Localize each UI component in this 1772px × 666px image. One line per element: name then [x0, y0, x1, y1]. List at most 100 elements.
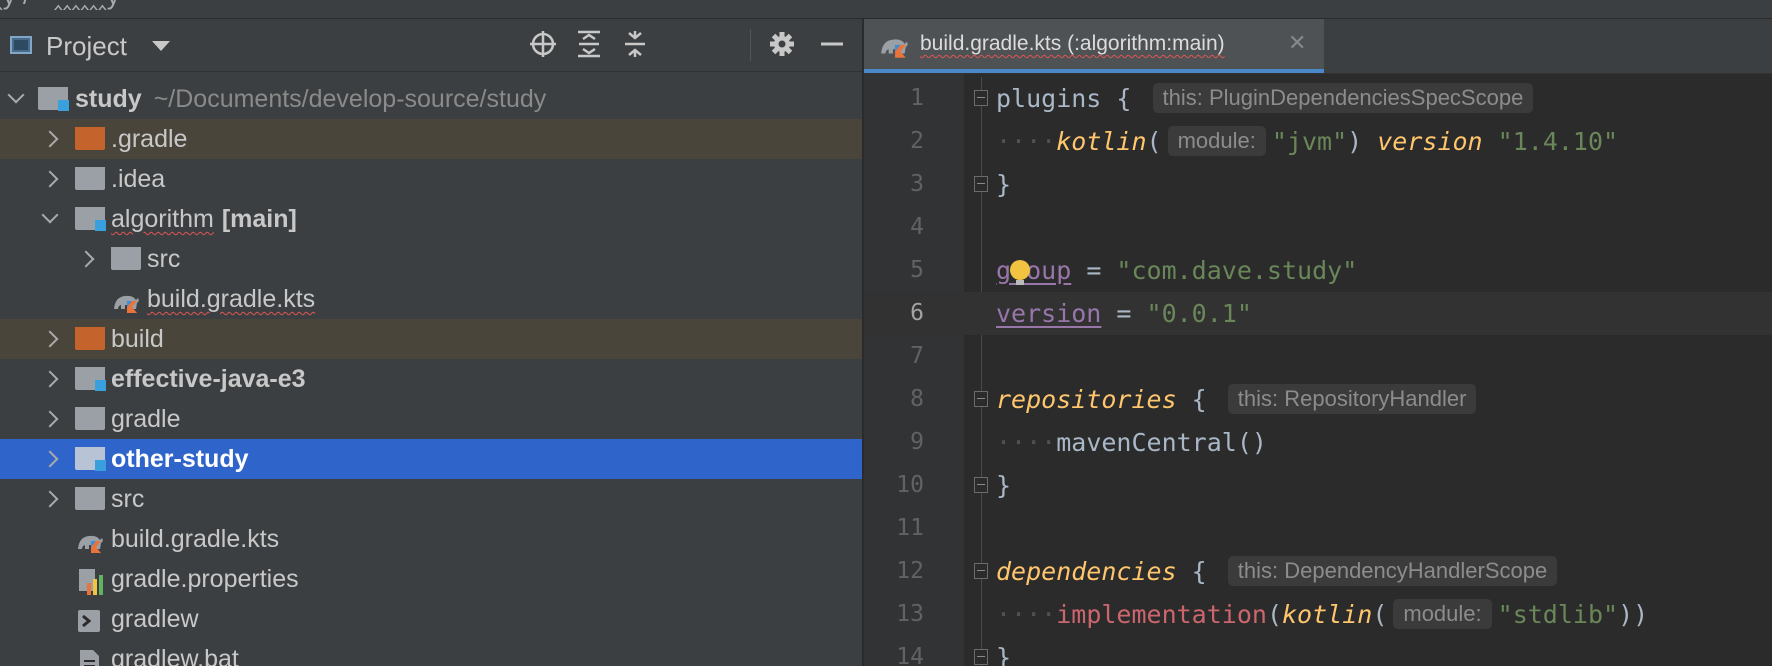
code-token: "jvm"	[1271, 127, 1348, 156]
tree-item-algorithm[interactable]: algorithm [main]	[0, 199, 862, 239]
chevron-right-icon[interactable]	[38, 479, 62, 519]
tree-item-gradle[interactable]: gradle	[0, 399, 862, 439]
code-line: 3}	[864, 163, 1772, 206]
tree-item-label: src	[147, 245, 181, 273]
module-folder-icon	[75, 447, 106, 471]
fold-icon[interactable]	[974, 176, 988, 192]
chevron-down-icon[interactable]	[152, 41, 170, 51]
tree-item-label: src	[111, 485, 145, 513]
line-number: 8	[910, 386, 924, 412]
code-line: 10}	[864, 464, 1772, 507]
fold-icon[interactable]	[974, 391, 988, 407]
shell-script-icon	[75, 607, 105, 632]
code-token: repositories	[996, 385, 1177, 414]
code-area[interactable]: 1 plugins { this: PluginDependenciesSpecS…	[864, 77, 1772, 666]
lightbulb-icon[interactable]	[1010, 260, 1030, 285]
chevron-down-icon[interactable]	[4, 79, 28, 119]
tree-item-label: build.gradle.kts	[147, 285, 316, 313]
gradle-kotlin-file-icon	[878, 32, 910, 65]
fold-icon[interactable]	[974, 90, 988, 106]
chevron-right-icon[interactable]	[38, 439, 62, 479]
chevron-right-icon[interactable]	[38, 119, 62, 159]
chevron-right-icon[interactable]	[38, 399, 62, 439]
tree-item-effective-java-e3[interactable]: effective-java-e3	[0, 359, 862, 399]
tree-item-other-study[interactable]: other-study	[0, 439, 862, 479]
tree-item-label: build.gradle.kts	[111, 525, 280, 553]
code-token: version	[1377, 127, 1483, 156]
code-token: version	[996, 299, 1102, 328]
tree-item-gradlew-bat[interactable]: gradlew.bat	[0, 639, 862, 666]
close-icon[interactable]: ✕	[1288, 30, 1306, 56]
source-set-tag: [main]	[221, 205, 297, 233]
line-number: 9	[910, 429, 924, 455]
project-view-selector[interactable]: Project	[46, 31, 127, 62]
fold-icon[interactable]	[974, 563, 988, 579]
breadcrumb-bar: ‸y / ▪ ‸‸‸‸‸‸y	[0, 0, 1772, 19]
tree-item-label: gradlew	[111, 605, 199, 633]
tree-item-path: ~/Documents/develop-source/study	[153, 85, 547, 113]
tree-item-label: .gradle	[111, 125, 188, 153]
tree-item-dot-idea[interactable]: .idea	[0, 159, 862, 199]
tree-item-label: gradle.properties	[111, 565, 299, 593]
editor-tab-bar: build.gradle.kts (:algorithm:main) ✕	[864, 19, 1772, 74]
collapse-all-icon[interactable]	[619, 29, 651, 61]
code-line: 5 group = "com.dave.study"	[864, 249, 1772, 292]
tree-item-label: other-study	[111, 445, 249, 473]
tab-build-gradle-kts[interactable]: build.gradle.kts (:algorithm:main) ✕	[864, 19, 1324, 73]
code-token: mavenCentral()	[1056, 428, 1267, 457]
locate-file-icon[interactable]	[527, 29, 559, 61]
tree-item-label: study	[75, 85, 142, 113]
tree-item-algorithm-src[interactable]: src	[0, 239, 862, 279]
line-number: 4	[910, 214, 924, 240]
inlay-hint: this: RepositoryHandler	[1227, 384, 1477, 414]
tree-item-src[interactable]: src	[0, 479, 862, 519]
code-token: implementation	[1056, 600, 1267, 629]
inlay-hint: module:	[1393, 599, 1492, 629]
tree-item-gradlew[interactable]: gradlew	[0, 599, 862, 639]
chevron-right-icon[interactable]	[74, 239, 98, 279]
line-number: 3	[910, 171, 924, 197]
chevron-right-icon[interactable]	[38, 159, 62, 199]
inlay-hint: this: PluginDependenciesSpecScope	[1152, 83, 1534, 113]
gear-icon[interactable]	[766, 29, 798, 61]
code-token: "1.4.10"	[1497, 127, 1619, 156]
code-token: group	[996, 256, 1072, 285]
tree-item-label: effective-java-e3	[111, 365, 306, 393]
line-number: 7	[910, 343, 924, 369]
tree-item-dot-gradle[interactable]: .gradle	[0, 119, 862, 159]
line-number: 2	[910, 128, 924, 154]
inlay-hint: module:	[1167, 126, 1266, 156]
line-number: 12	[896, 558, 924, 584]
tree-item-build-gradle-kts[interactable]: build.gradle.kts	[0, 519, 862, 559]
header-divider	[750, 29, 751, 61]
tree-item-algorithm-build-gradle-kts[interactable]: build.gradle.kts	[0, 279, 862, 319]
code-token: kotlin	[1056, 127, 1147, 156]
code-line: 7	[864, 335, 1772, 378]
tab-label: build.gradle.kts (:algorithm:main)	[920, 32, 1225, 55]
chevron-right-icon[interactable]	[38, 319, 62, 359]
project-tree: study ~/Documents/develop-source/study .g…	[0, 79, 862, 666]
folder-icon	[75, 487, 105, 511]
line-number: 1	[910, 85, 924, 111]
tree-item-gradle-properties[interactable]: gradle.properties	[0, 559, 862, 599]
code-line: 13 ····implementation(kotlin(module: "stdl…	[864, 593, 1772, 636]
tree-item-study[interactable]: study ~/Documents/develop-source/study	[0, 79, 862, 119]
project-window-icon	[10, 36, 32, 54]
chevron-down-icon[interactable]	[38, 199, 62, 239]
fold-icon[interactable]	[974, 477, 988, 493]
tree-item-build[interactable]: build	[0, 319, 862, 359]
text-file-icon	[75, 647, 105, 666]
code-line: 4	[864, 206, 1772, 249]
tree-item-label: algorithm	[111, 205, 214, 233]
hide-panel-icon[interactable]	[816, 29, 848, 61]
fold-icon[interactable]	[974, 649, 988, 665]
line-number: 10	[896, 472, 924, 498]
code-line: 9 ····mavenCentral()	[864, 421, 1772, 464]
chevron-right-icon[interactable]	[38, 359, 62, 399]
line-number: 13	[896, 601, 924, 627]
excluded-folder-icon	[75, 127, 105, 151]
expand-all-icon[interactable]	[573, 29, 605, 61]
module-folder-icon	[75, 207, 106, 231]
line-number: 11	[896, 515, 924, 541]
code-line: 12 dependencies { this: DependencyHandler…	[864, 550, 1772, 593]
